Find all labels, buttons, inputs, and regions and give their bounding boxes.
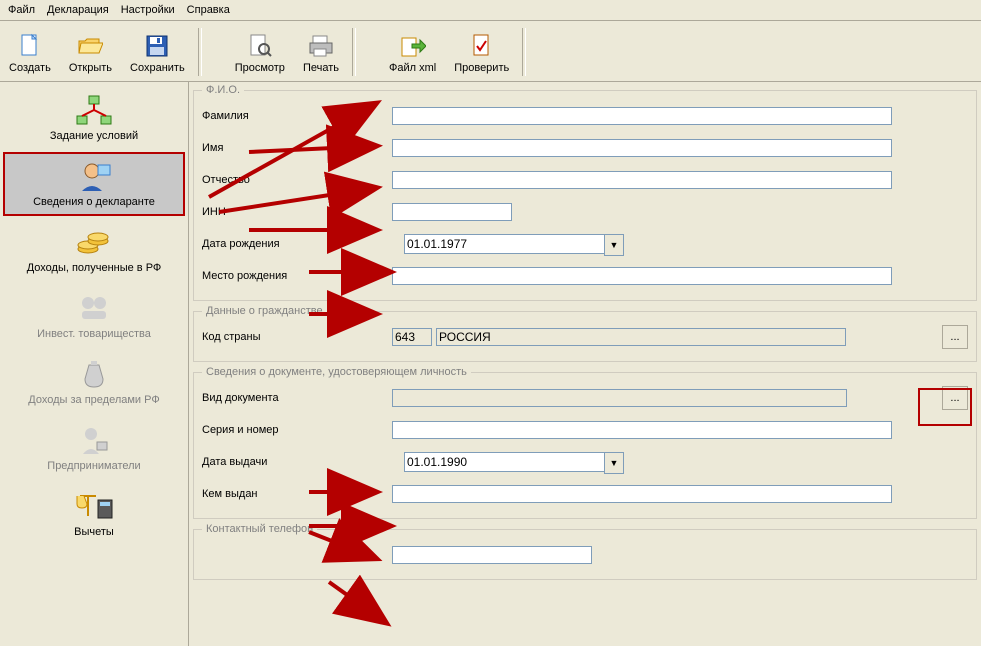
patronymic-input[interactable] <box>392 171 892 189</box>
fio-legend: Ф.И.О. <box>202 84 244 96</box>
patronymic-label: Отчество <box>202 174 392 186</box>
preview-button[interactable]: Просмотр <box>226 23 294 81</box>
series-number-input[interactable] <box>392 421 892 439</box>
sidebar-item-conditions[interactable]: Задание условий <box>3 86 185 150</box>
menu-help[interactable]: Справка <box>187 4 230 16</box>
country-code-label: Код страны <box>202 331 392 343</box>
phone-group: Контактный телефон <box>193 523 977 580</box>
businessman-icon <box>74 422 114 458</box>
inn-input[interactable] <box>392 203 512 221</box>
name-label: Имя <box>202 142 392 154</box>
sidebar-item-label: Инвест. товарищества <box>5 328 183 340</box>
check-page-icon <box>468 32 496 60</box>
sidebar-item-deductions[interactable]: Вычеты <box>3 482 185 546</box>
fio-group: Ф.И.О. Фамилия Имя Отчество ИНН Дата рож… <box>193 84 977 301</box>
country-code-input <box>392 328 432 346</box>
xml-button[interactable]: Файл xml <box>380 23 445 81</box>
sidebar-item-label: Доходы за пределами РФ <box>5 394 183 406</box>
dropdown-icon[interactable]: ▼ <box>604 234 624 256</box>
issue-date-label: Дата выдачи <box>202 456 392 468</box>
menu-decl[interactable]: Декларация <box>47 4 109 16</box>
issuer-input[interactable] <box>392 485 892 503</box>
dob-combo[interactable]: ▼ <box>404 234 624 254</box>
doctype-browse-button[interactable]: ... <box>942 386 968 410</box>
surname-label: Фамилия <box>202 110 392 122</box>
dob-label: Дата рождения <box>202 238 392 250</box>
dropdown-icon[interactable]: ▼ <box>604 452 624 474</box>
country-name-input <box>436 328 846 346</box>
magnify-page-icon <box>246 32 274 60</box>
create-button[interactable]: Создать <box>0 23 60 81</box>
person-card-icon <box>74 158 114 194</box>
toolbar-sep-3 <box>522 28 526 76</box>
menu-settings[interactable]: Настройки <box>121 4 175 16</box>
sidebar-item-label: Задание условий <box>5 130 183 142</box>
money-bag-icon <box>74 356 114 392</box>
pob-label: Место рождения <box>202 270 392 282</box>
issuer-label: Кем выдан <box>202 488 392 500</box>
sidebar-item-label: Сведения о декларанте <box>5 196 183 208</box>
sidebar-item-declarant[interactable]: Сведения о декларанте <box>3 152 185 216</box>
export-xml-icon <box>399 32 427 60</box>
phone-legend: Контактный телефон <box>202 523 317 535</box>
menu-file[interactable]: Файл <box>8 4 35 16</box>
scales-calc-icon <box>74 488 114 524</box>
document-legend: Сведения о документе, удостоверяющем лич… <box>202 366 471 378</box>
series-number-label: Серия и номер <box>202 424 392 436</box>
toolbar-sep-2 <box>352 28 356 76</box>
surname-input[interactable] <box>392 107 892 125</box>
sidebar-item-label: Вычеты <box>5 526 183 538</box>
check-button[interactable]: Проверить <box>445 23 518 81</box>
print-button[interactable]: Печать <box>294 23 348 81</box>
dob-input[interactable] <box>404 234 604 254</box>
printer-icon <box>307 32 335 60</box>
main-form: Ф.И.О. Фамилия Имя Отчество ИНН Дата рож… <box>189 82 981 646</box>
sidebar-item-income-rf[interactable]: Доходы, полученные в РФ <box>3 218 185 282</box>
menubar: Файл Декларация Настройки Справка <box>0 0 981 21</box>
phone-input[interactable] <box>392 546 592 564</box>
doctype-input <box>392 389 847 407</box>
pob-input[interactable] <box>392 267 892 285</box>
new-file-icon <box>16 32 44 60</box>
sidebar-item-label: Предприниматели <box>5 460 183 472</box>
name-input[interactable] <box>392 139 892 157</box>
sidebar-item-income-abroad[interactable]: Доходы за пределами РФ <box>3 350 185 414</box>
toolbar: Создать Открыть Сохранить Просмотр Печат… <box>0 21 981 82</box>
doctype-label: Вид документа <box>202 392 392 404</box>
toolbar-sep-1 <box>198 28 202 76</box>
citizenship-group: Данные о гражданстве Код страны ... <box>193 305 977 362</box>
coins-icon <box>74 224 114 260</box>
save-button[interactable]: Сохранить <box>121 23 194 81</box>
sidebar-item-invest[interactable]: Инвест. товарищества <box>3 284 185 348</box>
floppy-icon <box>143 32 171 60</box>
sidebar: Задание условий Сведения о декларанте До… <box>0 82 189 646</box>
handshake-icon <box>74 290 114 326</box>
folder-open-icon <box>76 32 104 60</box>
issue-date-input[interactable] <box>404 452 604 472</box>
country-browse-button[interactable]: ... <box>942 325 968 349</box>
sidebar-item-entrepreneurs[interactable]: Предприниматели <box>3 416 185 480</box>
tree-icon <box>74 92 114 128</box>
open-button[interactable]: Открыть <box>60 23 121 81</box>
sidebar-item-label: Доходы, полученные в РФ <box>5 262 183 274</box>
inn-label: ИНН <box>202 206 392 218</box>
issue-date-combo[interactable]: ▼ <box>404 452 624 472</box>
document-group: Сведения о документе, удостоверяющем лич… <box>193 366 977 519</box>
citizenship-legend: Данные о гражданстве <box>202 305 327 317</box>
